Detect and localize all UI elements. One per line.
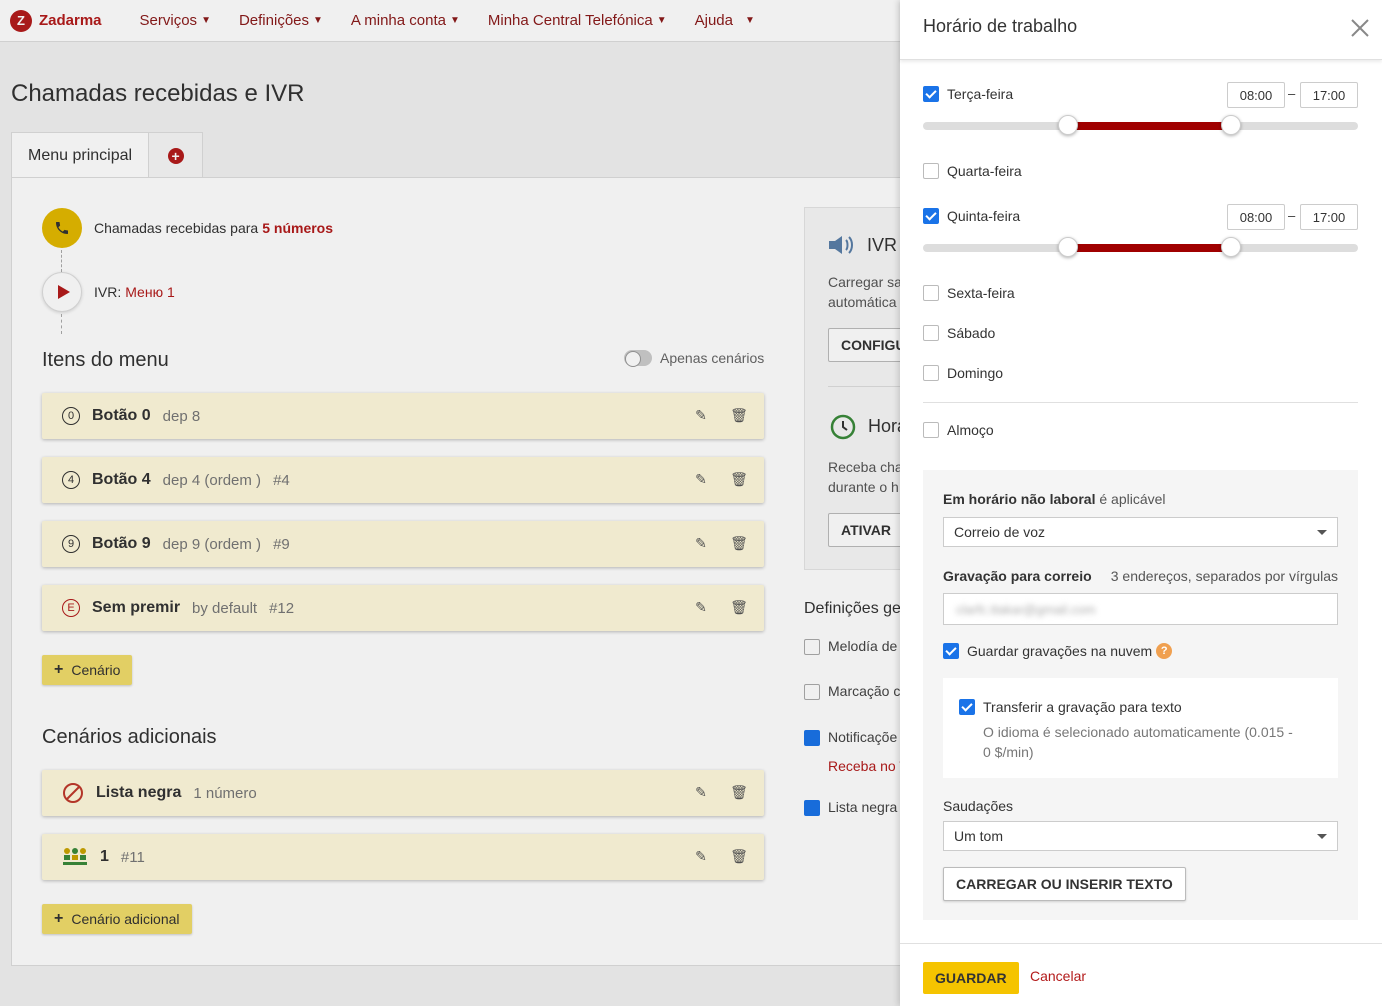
slider-end-handle[interactable]: [1220, 237, 1241, 257]
day-row-friday[interactable]: Sexta-feira: [923, 285, 1015, 301]
cloud-recordings-label: Guardar gravações na nuvem: [967, 643, 1153, 659]
day-row-wednesday[interactable]: Quarta-feira: [923, 163, 1022, 179]
transcription-box: Transferir a gravação para texto O idiom…: [943, 678, 1338, 778]
section-divider: [923, 402, 1358, 403]
working-hours-panel: Horário de trabalho Terça-feira 08:00 – …: [900, 0, 1382, 1006]
save-button[interactable]: GUARDAR: [923, 962, 1019, 994]
sunday-checkbox[interactable]: [923, 365, 939, 381]
panel-footer: GUARDAR Cancelar: [900, 943, 1382, 1006]
cloud-recordings-checkbox[interactable]: [943, 643, 959, 659]
dropdown-caret-icon: [1317, 834, 1327, 839]
thursday-time-slider[interactable]: [923, 237, 1358, 257]
modal-backdrop[interactable]: [0, 0, 900, 1006]
greetings-label: Saudações: [943, 798, 1014, 814]
panel-header: Horário de trabalho: [900, 0, 1382, 60]
panel-title: Horário de trabalho: [923, 16, 1078, 36]
day-row-thursday[interactable]: Quinta-feira: [923, 208, 1020, 224]
greetings-select[interactable]: Um tom: [943, 821, 1338, 851]
time-separator: –: [1288, 208, 1296, 223]
day-label: Domingo: [947, 365, 1004, 381]
upload-or-insert-text-button[interactable]: CARREGAR OU INSERIR TEXTO: [943, 867, 1186, 901]
slider-range: [1067, 122, 1231, 130]
voicemail-email-input[interactable]: clarfc.ttakar@gmail.com: [943, 593, 1338, 625]
time-separator: –: [1288, 86, 1296, 101]
transcribe-note-2: 0 $/min): [983, 744, 1034, 760]
transcribe-row[interactable]: Transferir a gravação para texto: [959, 699, 1182, 715]
cancel-button[interactable]: Cancelar: [1030, 968, 1086, 984]
lunch-row[interactable]: Almoço: [923, 422, 994, 438]
day-label: Quinta-feira: [947, 208, 1021, 224]
slider-range: [1067, 244, 1231, 252]
slider-start-handle[interactable]: [1057, 237, 1078, 257]
day-row-sunday[interactable]: Domingo: [923, 365, 1003, 381]
off-hours-options: Em horário não laboral é aplicável Corre…: [923, 470, 1358, 920]
thursday-end-time[interactable]: 17:00: [1300, 204, 1358, 230]
saturday-checkbox[interactable]: [923, 325, 939, 341]
thursday-checkbox[interactable]: [923, 208, 939, 224]
day-row-tuesday[interactable]: Terça-feira: [923, 86, 1013, 102]
day-row-saturday[interactable]: Sábado: [923, 325, 995, 341]
off-hours-label: Em horário não laboral é aplicável: [943, 491, 1166, 507]
day-label: Quarta-feira: [947, 163, 1022, 179]
wednesday-checkbox[interactable]: [923, 163, 939, 179]
tuesday-checkbox[interactable]: [923, 86, 939, 102]
transcribe-label: Transferir a gravação para texto: [983, 699, 1182, 715]
day-label: Terça-feira: [947, 86, 1014, 102]
voicemail-email-value: clarfc.ttakar@gmail.com: [956, 601, 1096, 617]
off-hours-select[interactable]: Correio de voz: [943, 517, 1338, 547]
thursday-start-time[interactable]: 08:00: [1227, 204, 1285, 230]
help-icon[interactable]: ?: [1156, 643, 1173, 659]
day-label: Sexta-feira: [947, 285, 1015, 301]
voicemail-hint: 3 endereços, separados por vírgulas: [1110, 568, 1338, 584]
tuesday-end-time[interactable]: 17:00: [1300, 82, 1358, 108]
cloud-recordings-row[interactable]: Guardar gravações na nuvem ?: [943, 643, 1173, 659]
lunch-label: Almoço: [947, 422, 994, 438]
transcribe-note-1: O idioma é selecionado automaticamente (…: [983, 724, 1293, 740]
day-label: Sábado: [947, 325, 996, 341]
close-icon[interactable]: [1348, 16, 1372, 40]
friday-checkbox[interactable]: [923, 285, 939, 301]
dropdown-caret-icon: [1317, 530, 1327, 535]
transcribe-checkbox[interactable]: [959, 699, 975, 715]
slider-start-handle[interactable]: [1057, 115, 1078, 135]
tuesday-start-time[interactable]: 08:00: [1227, 82, 1285, 108]
slider-end-handle[interactable]: [1220, 115, 1241, 135]
voicemail-label: Gravação para correio: [943, 568, 1092, 584]
tuesday-time-slider[interactable]: [923, 115, 1358, 135]
lunch-checkbox[interactable]: [923, 422, 939, 438]
